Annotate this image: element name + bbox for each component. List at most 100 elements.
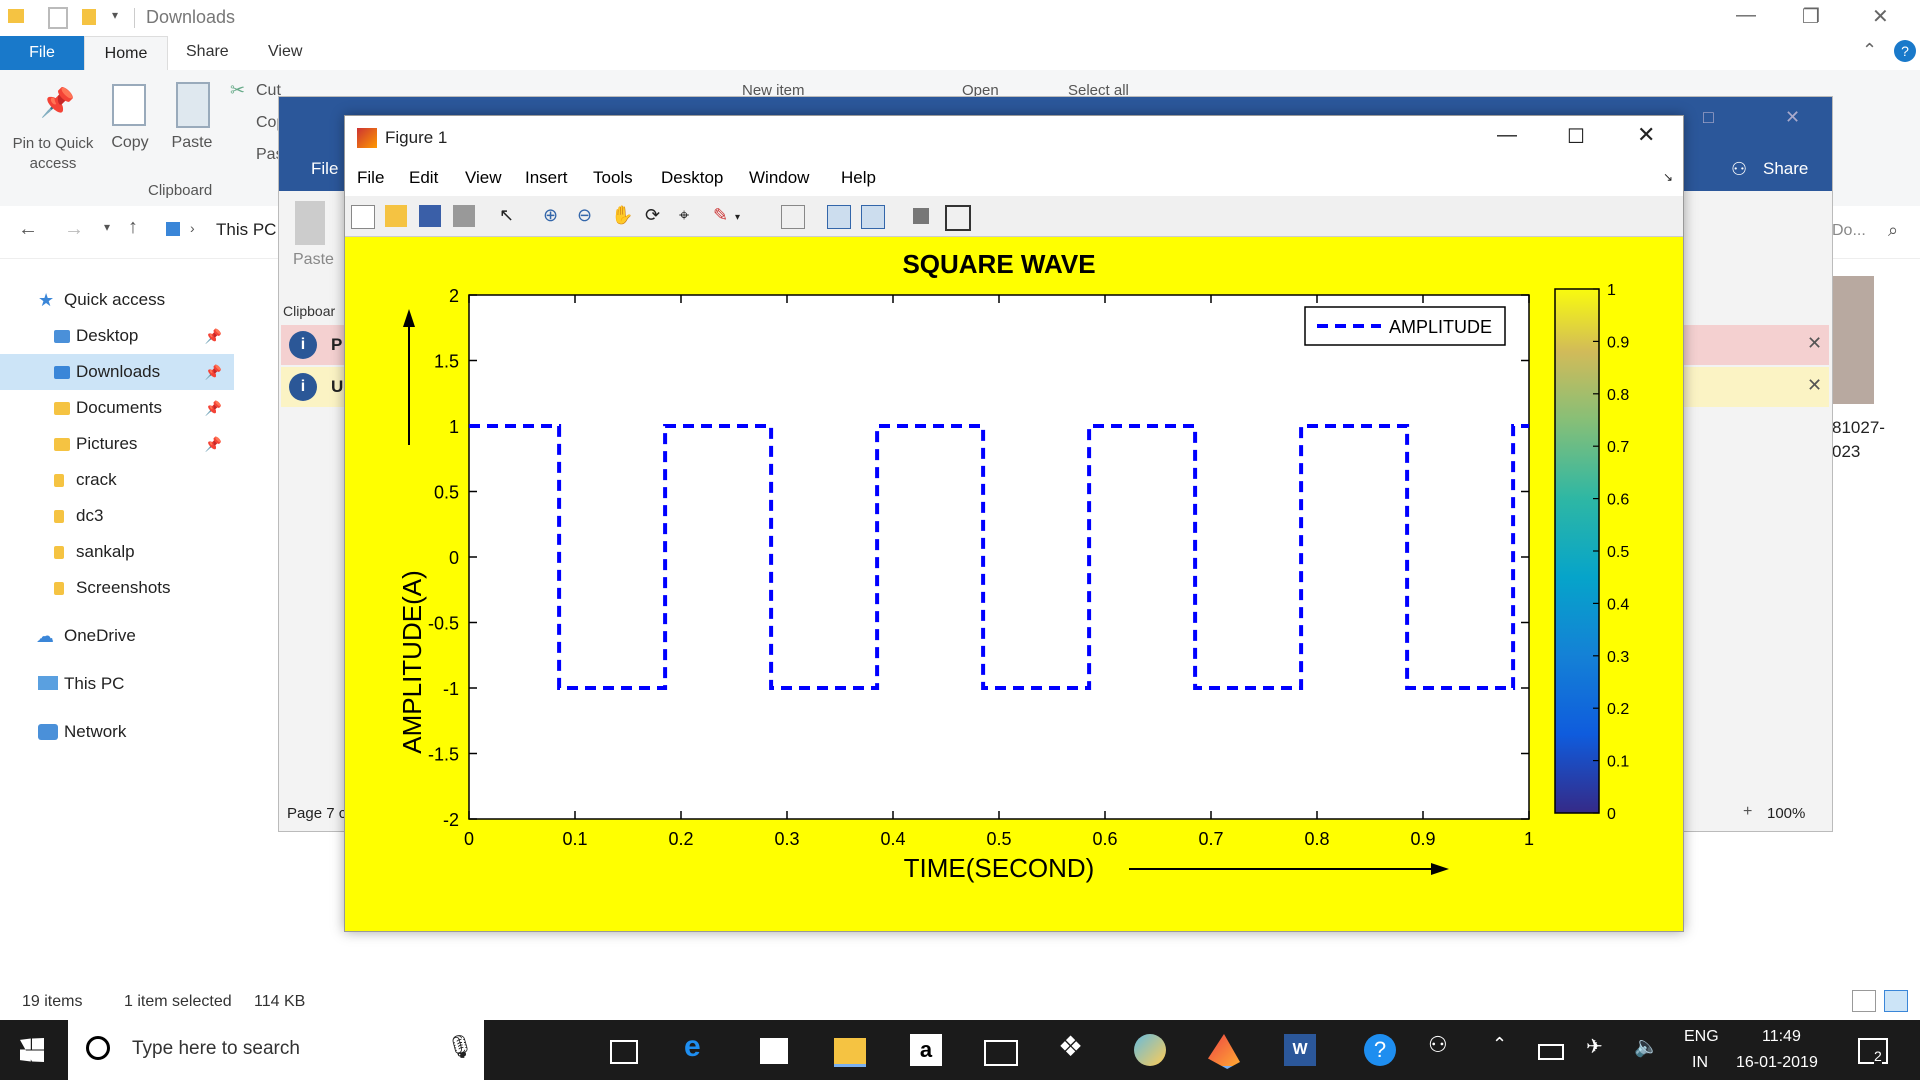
tab-file[interactable]: File: [0, 36, 84, 70]
pin-icon[interactable]: 📌: [205, 318, 222, 354]
dropbox-icon[interactable]: ❖: [1058, 1030, 1090, 1062]
nav-this-pc[interactable]: This PC: [0, 666, 234, 702]
help-app-icon[interactable]: ?: [1364, 1034, 1396, 1066]
pan-hand-icon[interactable]: ✋: [611, 205, 633, 227]
file-name-fragment[interactable]: 81027-: [1832, 418, 1885, 438]
brush-dropdown-icon[interactable]: ▾: [735, 212, 757, 234]
mail-icon[interactable]: [984, 1040, 1018, 1066]
battery-icon[interactable]: [1538, 1044, 1564, 1060]
new-figure-icon[interactable]: [351, 205, 375, 229]
airplane-mode-icon[interactable]: ✈: [1586, 1034, 1618, 1066]
close-info-icon[interactable]: ✕: [1807, 333, 1822, 354]
save-icon[interactable]: [419, 205, 441, 227]
tab-view[interactable]: View: [268, 43, 302, 61]
word-minimize-icon[interactable]: □: [1703, 107, 1714, 128]
pin-icon[interactable]: 📌: [205, 390, 222, 426]
language-region[interactable]: IN: [1692, 1054, 1708, 1072]
hide-plot-tools-icon[interactable]: [913, 208, 929, 224]
amazon-icon[interactable]: a: [910, 1034, 942, 1066]
breadcrumb-this-pc[interactable]: This PC: [216, 220, 276, 240]
large-icons-view-icon[interactable]: [1884, 990, 1908, 1012]
nav-item-screenshots[interactable]: Screenshots: [0, 570, 234, 606]
dock-arrow-icon[interactable]: ↘: [1663, 170, 1673, 184]
maximize-button[interactable]: ❐: [1802, 4, 1820, 29]
back-icon[interactable]: ←: [18, 218, 38, 241]
word-share-button[interactable]: Share: [1763, 159, 1808, 179]
figure-close-button[interactable]: ✕: [1637, 122, 1655, 148]
rotate-3d-icon[interactable]: ⟳: [645, 205, 667, 227]
new-folder-icon[interactable]: [82, 9, 96, 25]
zoom-in-icon[interactable]: ⊕: [543, 205, 565, 227]
search-box[interactable]: Do... ⌕: [1832, 218, 1910, 246]
word-paste-button[interactable]: Paste: [293, 251, 334, 269]
clock-date[interactable]: 16-01-2019: [1736, 1054, 1818, 1072]
menu-insert[interactable]: Insert: [525, 168, 568, 188]
menu-file[interactable]: File: [357, 168, 384, 188]
axes-box[interactable]: [468, 294, 1530, 820]
nav-network[interactable]: Network: [0, 714, 234, 750]
square-wave-chart[interactable]: SQUARE WAVE 0 0.1 0.2 0.3 0.4 0.5 0.6 0.7 0.8 0.9…: [345, 237, 1683, 931]
menu-desktop[interactable]: Desktop: [661, 168, 723, 188]
brush-icon[interactable]: ✎: [713, 205, 735, 227]
copy-button[interactable]: Copy: [106, 134, 154, 152]
zoom-plus-icon[interactable]: +: [1743, 803, 1752, 821]
file-explorer-icon[interactable]: [834, 1038, 866, 1067]
paste-button[interactable]: Paste: [168, 134, 216, 152]
collapse-ribbon-icon[interactable]: ⌃: [1862, 40, 1877, 61]
nav-quick-access[interactable]: ★ Quick access: [0, 282, 234, 318]
language-code[interactable]: ENG: [1684, 1028, 1719, 1046]
edge-icon[interactable]: e: [684, 1030, 716, 1063]
minimize-button[interactable]: —: [1736, 4, 1756, 27]
show-plot-tools-icon[interactable]: [945, 205, 971, 231]
word-close-icon[interactable]: ✕: [1785, 107, 1800, 128]
up-icon[interactable]: ↑: [128, 216, 138, 239]
open-file-icon[interactable]: [385, 205, 407, 227]
word-taskbar-icon[interactable]: W: [1284, 1034, 1316, 1066]
tab-home[interactable]: Home: [84, 36, 168, 71]
pin-icon[interactable]: 📌: [205, 426, 222, 462]
forward-icon[interactable]: →: [64, 218, 84, 241]
nav-item-sankalp[interactable]: sankalp: [0, 534, 234, 570]
checklist-icon[interactable]: [48, 7, 68, 29]
page-indicator[interactable]: Page 7 c: [287, 805, 346, 822]
recent-dropdown-icon[interactable]: ▾: [104, 220, 110, 234]
menu-edit[interactable]: Edit: [409, 168, 438, 188]
qat-dropdown-icon[interactable]: ▾: [112, 8, 118, 22]
link-plot-icon[interactable]: [781, 205, 805, 229]
colorbar-toggle-icon[interactable]: [827, 205, 851, 229]
zoom-level[interactable]: 100%: [1767, 805, 1805, 822]
nav-item-crack[interactable]: crack: [0, 462, 234, 498]
pin-icon[interactable]: 📌: [205, 354, 222, 390]
close-info-icon[interactable]: ✕: [1807, 375, 1822, 396]
windows-start-icon[interactable]: [20, 1038, 44, 1062]
people-icon[interactable]: ⚇: [1428, 1032, 1460, 1064]
show-hidden-icons-icon[interactable]: ⌃: [1492, 1034, 1524, 1066]
menu-help[interactable]: Help: [841, 168, 876, 188]
close-button[interactable]: ✕: [1872, 4, 1889, 29]
address-field[interactable]: › This PC: [162, 216, 282, 246]
colorbar[interactable]: 0 0.1 0.2 0.3 0.4 0.5 0.6 0.7 0.8 0.9 1: [1554, 282, 1629, 823]
figure-minimize-button[interactable]: —: [1497, 124, 1517, 147]
tab-share[interactable]: Share: [186, 43, 229, 61]
word-file-tab[interactable]: File: [311, 159, 338, 179]
nav-item-dc3[interactable]: dc3: [0, 498, 234, 534]
nav-item-documents[interactable]: Documents 📌: [0, 390, 234, 426]
print-icon[interactable]: [453, 205, 475, 227]
menu-view[interactable]: View: [465, 168, 502, 188]
legend[interactable]: AMPLITUDE: [1304, 306, 1506, 346]
nav-item-pictures[interactable]: Pictures 📌: [0, 426, 234, 462]
paint-3d-icon[interactable]: [1134, 1034, 1166, 1066]
zoom-out-icon[interactable]: ⊖: [577, 205, 599, 227]
action-center-icon[interactable]: [1858, 1038, 1888, 1064]
data-cursor-icon[interactable]: ⌖: [679, 205, 701, 227]
matlab-taskbar-icon[interactable]: [1208, 1034, 1240, 1069]
nav-onedrive[interactable]: ☁ OneDrive: [0, 618, 234, 654]
select-pointer-icon[interactable]: ↖: [499, 205, 521, 227]
help-icon[interactable]: ?: [1894, 40, 1916, 62]
task-view-icon[interactable]: [610, 1040, 638, 1064]
microphone-icon[interactable]: 🎙: [446, 1034, 474, 1060]
nav-item-desktop[interactable]: Desktop 📌: [0, 318, 234, 354]
figure-maximize-button[interactable]: ☐: [1567, 124, 1585, 149]
menu-window[interactable]: Window: [749, 168, 809, 188]
legend-toggle-icon[interactable]: [861, 205, 885, 229]
